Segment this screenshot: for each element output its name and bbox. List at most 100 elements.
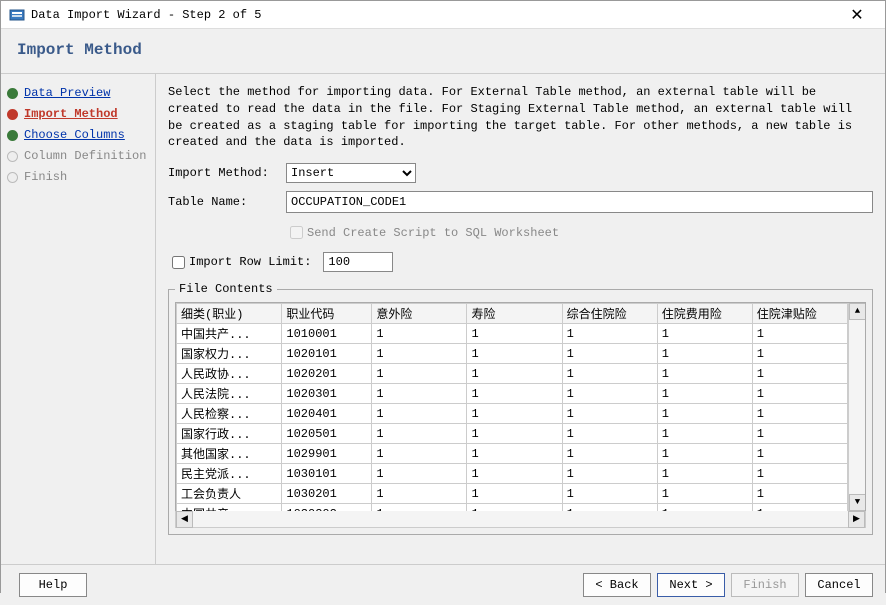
scroll-right-arrow[interactable]: ▶ <box>848 511 865 528</box>
vertical-scrollbar[interactable]: ▲ ▼ <box>848 303 865 511</box>
step-dot-icon <box>7 130 18 141</box>
row-limit-checkbox[interactable] <box>172 256 185 269</box>
table-cell: 1 <box>467 484 562 504</box>
table-cell: 1 <box>467 384 562 404</box>
import-method-select[interactable]: Insert <box>286 163 416 183</box>
table-cell: 1 <box>562 424 657 444</box>
table-cell: 1 <box>467 424 562 444</box>
step-data-preview[interactable]: Data Preview <box>5 84 151 102</box>
scroll-track[interactable] <box>193 511 848 527</box>
step-dot-icon <box>7 151 18 162</box>
close-button[interactable]: ✕ <box>837 5 877 25</box>
table-cell: 1010001 <box>282 324 372 344</box>
title-bar: Data Import Wizard - Step 2 of 5 ✕ <box>1 1 885 29</box>
table-cell: 1 <box>562 344 657 364</box>
table-cell: 1 <box>372 484 467 504</box>
footer-bar: Help < Back Next > Finish Cancel <box>1 564 885 605</box>
table-cell: 1 <box>752 384 847 404</box>
table-header[interactable]: 意外险 <box>372 304 467 324</box>
table-cell: 1 <box>467 344 562 364</box>
table-cell: 1 <box>657 484 752 504</box>
table-header[interactable]: 细类(职业) <box>177 304 282 324</box>
table-cell: 1020101 <box>282 344 372 364</box>
back-button[interactable]: < Back <box>583 573 651 597</box>
cancel-button[interactable]: Cancel <box>805 573 873 597</box>
table-cell: 1 <box>562 324 657 344</box>
step-label: Data Preview <box>24 86 110 100</box>
file-contents-fieldset: File Contents 细类(职业)职业代码意外险寿险综合住院险住院费用险住… <box>168 282 873 535</box>
horizontal-scrollbar[interactable]: ◀ ▶ <box>175 511 866 528</box>
table-cell: 国家行政... <box>177 424 282 444</box>
table-header[interactable]: 综合住院险 <box>562 304 657 324</box>
step-import-method[interactable]: Import Method <box>5 105 151 123</box>
table-cell: 其他国家... <box>177 444 282 464</box>
table-cell: 1 <box>562 484 657 504</box>
import-method-label: Import Method: <box>168 166 286 180</box>
table-row[interactable]: 人民法院...102030111111 <box>177 384 848 404</box>
table-row[interactable]: 其他国家...102990111111 <box>177 444 848 464</box>
table-header[interactable]: 寿险 <box>467 304 562 324</box>
table-cell: 1 <box>372 424 467 444</box>
window-title: Data Import Wizard - Step 2 of 5 <box>31 8 837 22</box>
table-cell: 1 <box>657 404 752 424</box>
table-header[interactable]: 职业代码 <box>282 304 372 324</box>
table-name-input[interactable] <box>286 191 873 213</box>
table-row[interactable]: 人民政协...102020111111 <box>177 364 848 384</box>
table-cell: 民主党派... <box>177 464 282 484</box>
step-label: Import Method <box>24 107 118 121</box>
page-header: Import Method <box>1 29 885 74</box>
table-cell: 1 <box>752 404 847 424</box>
table-cell: 1 <box>752 364 847 384</box>
table-row[interactable]: 民主党派...103010111111 <box>177 464 848 484</box>
table-header[interactable]: 住院费用险 <box>657 304 752 324</box>
table-row[interactable]: 工会负责人103020111111 <box>177 484 848 504</box>
app-icon <box>9 7 25 23</box>
table-cell: 1 <box>562 404 657 424</box>
table-cell: 1 <box>657 344 752 364</box>
table-header[interactable]: 住院津贴险 <box>752 304 847 324</box>
scroll-left-arrow[interactable]: ◀ <box>176 511 193 528</box>
table-cell: 1020401 <box>282 404 372 424</box>
table-cell: 1 <box>562 384 657 404</box>
table-cell: 1 <box>752 484 847 504</box>
table-cell: 1 <box>372 384 467 404</box>
row-limit-label: Import Row Limit: <box>189 255 311 269</box>
table-cell: 1 <box>657 364 752 384</box>
table-cell: 1 <box>562 364 657 384</box>
table-cell: 1 <box>657 324 752 344</box>
file-contents-table-container: 细类(职业)职业代码意外险寿险综合住院险住院费用险住院津贴险 中国共产...10… <box>175 302 866 512</box>
wizard-steps-sidebar: Data Preview Import Method Choose Column… <box>1 74 156 564</box>
step-finish: Finish <box>5 168 151 186</box>
step-dot-icon <box>7 109 18 120</box>
step-label: Choose Columns <box>24 128 125 142</box>
table-cell: 1 <box>372 444 467 464</box>
help-button[interactable]: Help <box>19 573 87 597</box>
file-contents-legend: File Contents <box>175 282 277 296</box>
table-row[interactable]: 人民检察...102040111111 <box>177 404 848 424</box>
step-dot-icon <box>7 88 18 99</box>
table-cell: 1 <box>752 444 847 464</box>
table-cell: 1020501 <box>282 424 372 444</box>
scroll-up-arrow[interactable]: ▲ <box>849 303 866 320</box>
scroll-track[interactable] <box>849 320 865 494</box>
content-panel: Select the method for importing data. Fo… <box>156 74 885 564</box>
table-cell: 国家权力... <box>177 344 282 364</box>
step-choose-columns[interactable]: Choose Columns <box>5 126 151 144</box>
table-cell: 1 <box>467 324 562 344</box>
table-cell: 1 <box>372 324 467 344</box>
table-row[interactable]: 国家权力...102010111111 <box>177 344 848 364</box>
table-cell: 1 <box>372 404 467 424</box>
table-cell: 中国共产... <box>177 324 282 344</box>
next-button[interactable]: Next > <box>657 573 725 597</box>
step-label: Column Definition <box>24 149 146 163</box>
table-cell: 1 <box>752 324 847 344</box>
table-row[interactable]: 国家行政...102050111111 <box>177 424 848 444</box>
step-dot-icon <box>7 172 18 183</box>
table-row[interactable]: 中国共产...101000111111 <box>177 324 848 344</box>
table-cell: 1030201 <box>282 484 372 504</box>
table-cell: 1 <box>752 464 847 484</box>
scroll-down-arrow[interactable]: ▼ <box>849 494 866 511</box>
table-cell: 1 <box>372 364 467 384</box>
table-name-label: Table Name: <box>168 195 286 209</box>
row-limit-input[interactable] <box>323 252 393 272</box>
